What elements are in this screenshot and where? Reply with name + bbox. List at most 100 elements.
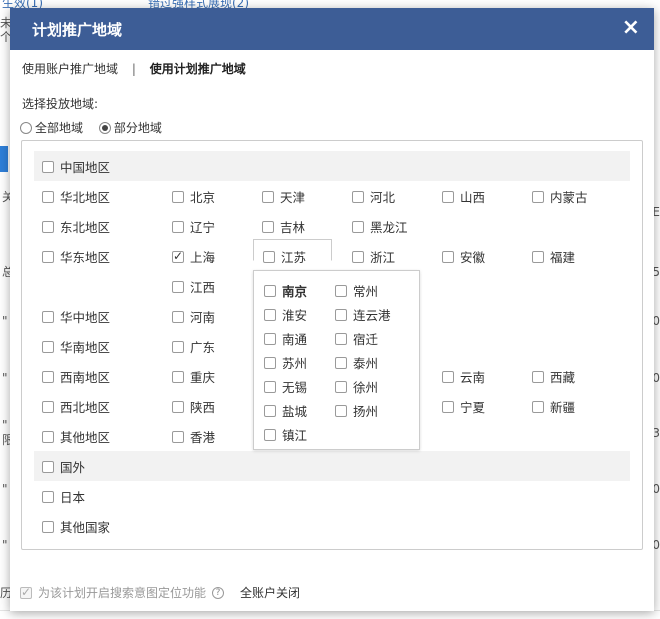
province-guangdong-checkbox[interactable] xyxy=(172,340,184,353)
province-henan[interactable]: 河南 xyxy=(172,307,215,326)
region-huadong-checkbox[interactable] xyxy=(42,250,54,263)
region-huadong[interactable]: 华东地区 xyxy=(42,247,110,266)
province-fujian-checkbox[interactable] xyxy=(532,250,544,263)
province-ningxia-checkbox[interactable] xyxy=(442,400,454,413)
province-xianggang-checkbox[interactable] xyxy=(172,430,184,443)
province-yunnan-checkbox[interactable] xyxy=(442,370,454,383)
province-shanghai-checkbox[interactable] xyxy=(172,249,184,263)
city-yancheng-checkbox[interactable] xyxy=(264,404,276,417)
province-zhejiang-checkbox[interactable] xyxy=(352,250,364,263)
province-jiangsu[interactable]: 江苏 xyxy=(263,247,306,266)
province-beijing[interactable]: 北京 xyxy=(172,187,215,206)
city-nanjing[interactable]: 南京 xyxy=(264,281,307,300)
jiangsu-tab[interactable]: 江苏 xyxy=(253,239,332,265)
radio-all-regions[interactable]: 全部地域 xyxy=(20,119,83,136)
close-icon[interactable]: × xyxy=(622,16,640,40)
city-suqian[interactable]: 宿迁 xyxy=(335,329,378,348)
province-tianjin[interactable]: 天津 xyxy=(262,187,305,206)
province-xinjiang-checkbox[interactable] xyxy=(532,400,544,413)
background-button[interactable] xyxy=(0,146,8,172)
city-zhenjiang-checkbox[interactable] xyxy=(264,428,276,441)
city-huaian-checkbox[interactable] xyxy=(264,308,276,321)
group-china[interactable]: 中国地区 xyxy=(42,157,110,176)
city-xuzhou-checkbox[interactable] xyxy=(335,380,347,393)
province-shanghai[interactable]: 上海 xyxy=(172,247,215,266)
province-xizang[interactable]: 西藏 xyxy=(532,367,575,386)
group-abroad-checkbox[interactable] xyxy=(42,460,54,473)
country-japan-checkbox[interactable] xyxy=(42,490,54,503)
region-dongbei-checkbox[interactable] xyxy=(42,220,54,233)
province-jilin[interactable]: 吉林 xyxy=(262,217,305,236)
province-jilin-checkbox[interactable] xyxy=(262,220,274,233)
region-xinan[interactable]: 西南地区 xyxy=(42,367,110,386)
province-shanxi-checkbox[interactable] xyxy=(442,190,454,203)
city-changzhou[interactable]: 常州 xyxy=(335,281,378,300)
help-icon[interactable]: ? xyxy=(212,586,225,599)
province-hebei-checkbox[interactable] xyxy=(352,190,364,203)
city-yangzhou[interactable]: 扬州 xyxy=(335,401,378,420)
city-wuxi-checkbox[interactable] xyxy=(264,380,276,393)
province-yunnan[interactable]: 云南 xyxy=(442,367,485,386)
province-zhejiang[interactable]: 浙江 xyxy=(352,247,395,266)
region-huazhong[interactable]: 华中地区 xyxy=(42,307,110,326)
city-huaian[interactable]: 淮安 xyxy=(264,305,307,324)
province-fujian[interactable]: 福建 xyxy=(532,247,575,266)
province-shanxi[interactable]: 山西 xyxy=(442,187,485,206)
city-suzhou[interactable]: 苏州 xyxy=(264,353,307,372)
province-anhui[interactable]: 安徽 xyxy=(442,247,485,266)
country-other-checkbox[interactable] xyxy=(42,520,54,533)
region-huanan[interactable]: 华南地区 xyxy=(42,337,110,356)
radio-partial-regions-circle[interactable] xyxy=(98,121,111,134)
city-wuxi[interactable]: 无锡 xyxy=(264,377,307,396)
region-other-checkbox[interactable] xyxy=(42,430,54,443)
province-shaanxi[interactable]: 陕西 xyxy=(172,397,215,416)
city-changzhou-checkbox[interactable] xyxy=(335,284,347,297)
city-taizhou[interactable]: 泰州 xyxy=(335,353,378,372)
province-neimenggu[interactable]: 内蒙古 xyxy=(532,187,588,206)
province-jiangsu-checkbox[interactable] xyxy=(263,250,275,263)
city-zhenjiang[interactable]: 镇江 xyxy=(264,425,307,444)
region-huazhong-checkbox[interactable] xyxy=(42,310,54,323)
search-intent-checkbox[interactable] xyxy=(20,585,32,599)
tab-plan-region[interactable]: 使用计划推广地域 xyxy=(150,60,246,77)
city-taizhou-checkbox[interactable] xyxy=(335,356,347,369)
city-yangzhou-checkbox[interactable] xyxy=(335,404,347,417)
province-beijing-checkbox[interactable] xyxy=(172,190,184,203)
region-xinan-checkbox[interactable] xyxy=(42,370,54,383)
city-nantong-checkbox[interactable] xyxy=(264,332,276,345)
province-liaoning-checkbox[interactable] xyxy=(172,220,184,233)
province-chongqing[interactable]: 重庆 xyxy=(172,367,215,386)
city-nantong[interactable]: 南通 xyxy=(264,329,307,348)
country-other[interactable]: 其他国家 xyxy=(42,517,110,536)
province-tianjin-checkbox[interactable] xyxy=(262,190,274,203)
province-liaoning[interactable]: 辽宁 xyxy=(172,217,215,236)
province-shaanxi-checkbox[interactable] xyxy=(172,400,184,413)
region-huabei[interactable]: 华北地区 xyxy=(42,187,110,206)
group-abroad[interactable]: 国外 xyxy=(42,457,85,476)
province-hebei[interactable]: 河北 xyxy=(352,187,395,206)
province-neimenggu-checkbox[interactable] xyxy=(532,190,544,203)
city-nanjing-checkbox[interactable] xyxy=(264,284,276,297)
region-other[interactable]: 其他地区 xyxy=(42,427,110,446)
province-henan-checkbox[interactable] xyxy=(172,310,184,323)
radio-partial-regions[interactable]: 部分地域 xyxy=(98,119,162,136)
province-ningxia[interactable]: 宁夏 xyxy=(442,397,485,416)
city-lianyungang[interactable]: 连云港 xyxy=(335,305,391,324)
province-xianggang[interactable]: 香港 xyxy=(172,427,215,446)
province-anhui-checkbox[interactable] xyxy=(442,250,454,263)
province-heilongjiang-checkbox[interactable] xyxy=(352,220,364,233)
region-xibei[interactable]: 西北地区 xyxy=(42,397,110,416)
city-xuzhou[interactable]: 徐州 xyxy=(335,377,378,396)
province-xinjiang[interactable]: 新疆 xyxy=(532,397,575,416)
region-huabei-checkbox[interactable] xyxy=(42,190,54,203)
province-chongqing-checkbox[interactable] xyxy=(172,370,184,383)
group-china-checkbox[interactable] xyxy=(42,160,54,173)
province-jiangxi-checkbox[interactable] xyxy=(172,280,184,293)
province-guangdong[interactable]: 广东 xyxy=(172,337,215,356)
province-jiangxi[interactable]: 江西 xyxy=(172,277,215,296)
province-heilongjiang[interactable]: 黑龙江 xyxy=(352,217,408,236)
city-yancheng[interactable]: 盐城 xyxy=(264,401,307,420)
city-lianyungang-checkbox[interactable] xyxy=(335,308,347,321)
country-japan[interactable]: 日本 xyxy=(42,487,85,506)
tab-account-region[interactable]: 使用账户推广地域 xyxy=(22,60,118,77)
